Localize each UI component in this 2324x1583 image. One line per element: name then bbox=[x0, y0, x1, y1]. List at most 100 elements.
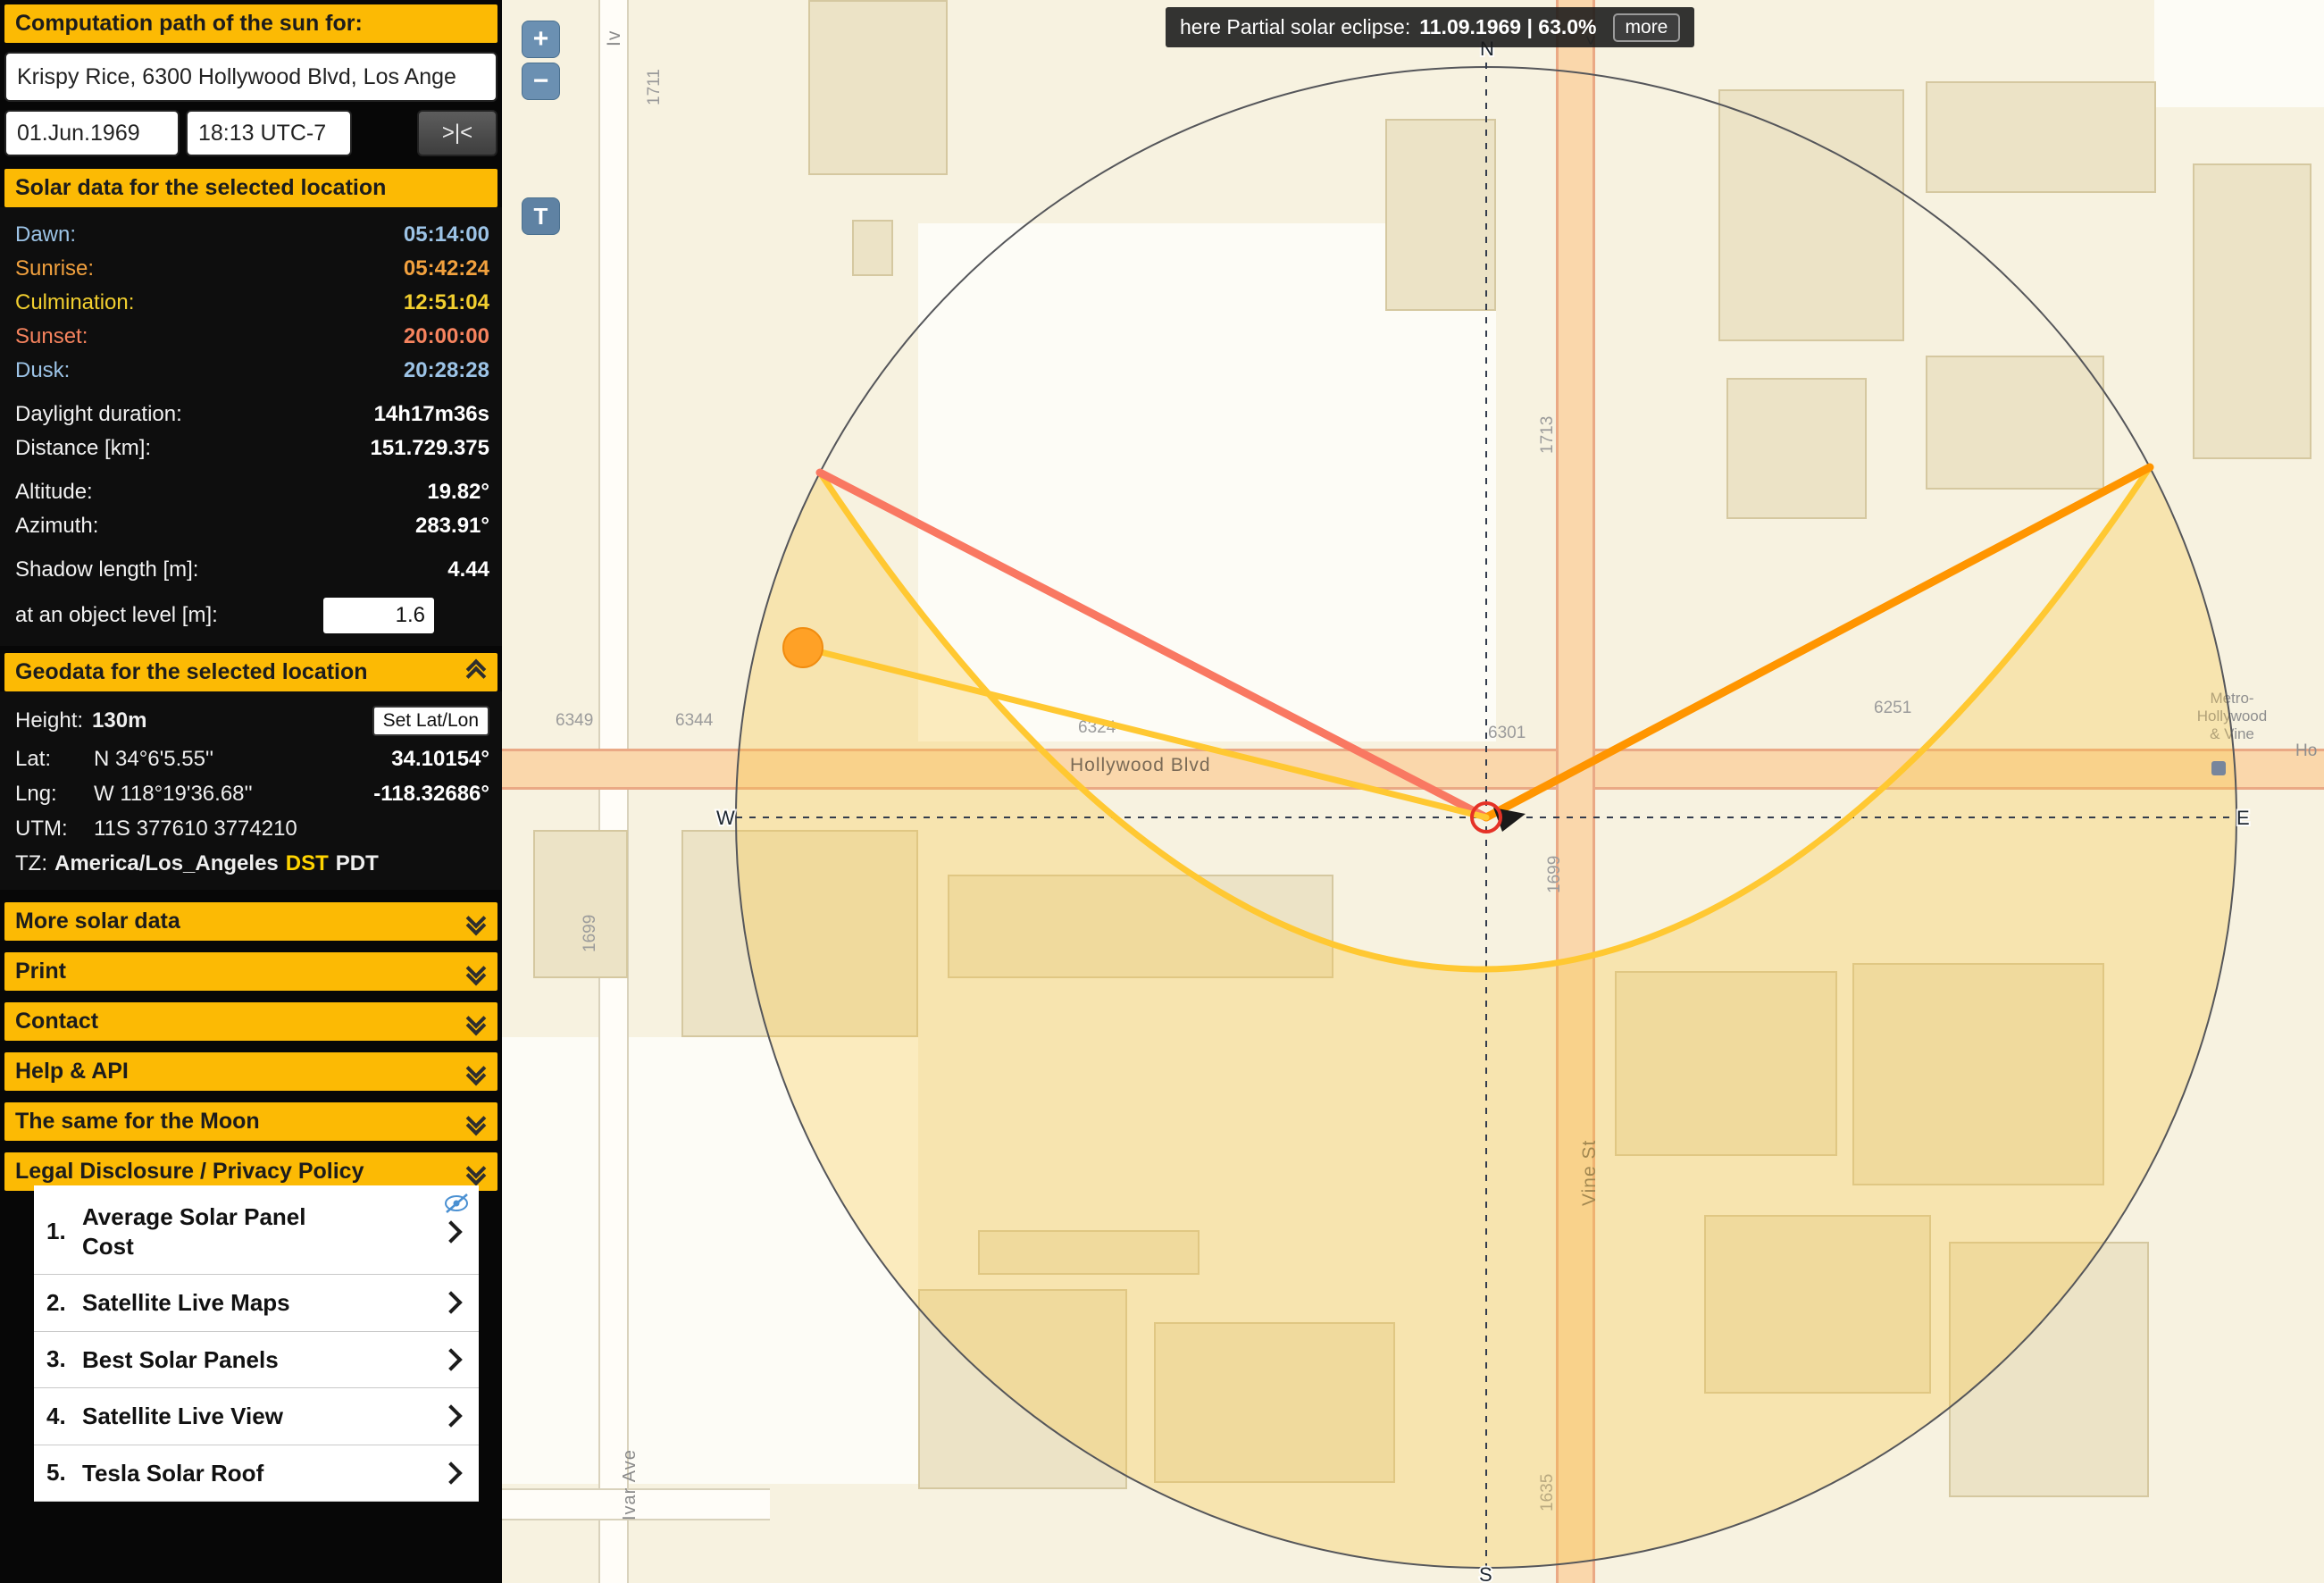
location-search-input[interactable] bbox=[4, 52, 497, 102]
section-help-api[interactable]: Help & API bbox=[4, 1052, 497, 1091]
expand-down-icon bbox=[469, 961, 483, 983]
house-number: 1711 bbox=[645, 69, 665, 105]
solar-row-azimuth: Azimuth: 283.91° bbox=[0, 509, 502, 543]
chevron-right-icon bbox=[439, 1292, 462, 1314]
lat-decimal: 34.10154° bbox=[391, 747, 489, 772]
computation-header-label: Computation path of the sun for: bbox=[15, 11, 363, 37]
solar-row-sunrise: Sunrise: 05:42:24 bbox=[0, 252, 502, 286]
utm-label: UTM: bbox=[15, 817, 94, 842]
page: { "sidebar": { "computation_header": "Co… bbox=[0, 0, 2324, 1583]
solar-row-sunset: Sunset: 20:00:00 bbox=[0, 320, 502, 354]
solar-row-dusk: Dusk: 20:28:28 bbox=[0, 354, 502, 388]
hide-ad-eye-icon[interactable] bbox=[443, 1193, 470, 1219]
solar-row-daylight: Daylight duration: 14h17m36s bbox=[0, 398, 502, 431]
building bbox=[1718, 89, 1904, 341]
eclipse-banner: here Partial solar eclipse: 11.09.1969 |… bbox=[1166, 7, 1694, 47]
building bbox=[852, 220, 893, 276]
street-label-vine: Vine St bbox=[1579, 1140, 1601, 1206]
ad-link-1[interactable]: 1. Average Solar Panel Cost bbox=[34, 1189, 479, 1275]
collapse-up-icon[interactable] bbox=[469, 662, 483, 683]
lat-dms: N 34°6'5.55'' bbox=[94, 747, 213, 772]
solar-row-altitude: Altitude: 19.82° bbox=[0, 475, 502, 509]
road-vine-st bbox=[1556, 0, 1595, 1583]
section-moon[interactable]: The same for the Moon bbox=[4, 1102, 497, 1141]
compass-west: W bbox=[716, 807, 735, 829]
date-input[interactable] bbox=[4, 110, 180, 156]
building bbox=[1926, 81, 2156, 193]
solar-data-header[interactable]: Solar data for the selected location bbox=[4, 169, 497, 207]
house-number: 1699 bbox=[581, 915, 600, 952]
building bbox=[1726, 378, 1867, 519]
geodata-row-utm: UTM: 11S 377610 3774210 bbox=[0, 811, 502, 846]
compass-east: E bbox=[2236, 807, 2250, 829]
house-number: 6344 bbox=[675, 711, 713, 731]
location-marker[interactable] bbox=[1472, 803, 1501, 832]
eclipse-more-button[interactable]: more bbox=[1613, 13, 1681, 42]
road-hollywood-blvd bbox=[502, 749, 2324, 790]
eclipse-banner-value: 11.09.1969 | 63.0% bbox=[1419, 15, 1596, 39]
street-label-ivar-short: Iv bbox=[604, 30, 625, 46]
object-level-input[interactable] bbox=[323, 598, 434, 633]
building bbox=[2193, 163, 2311, 459]
building bbox=[533, 830, 628, 978]
building bbox=[1154, 1322, 1395, 1483]
ad-link-4[interactable]: 4. Satellite Live View bbox=[34, 1388, 479, 1445]
geodata-row-lat: Lat: N 34°6'5.55'' 34.10154° bbox=[0, 741, 502, 776]
building bbox=[918, 1289, 1127, 1489]
utm-value: 11S 377610 3774210 bbox=[94, 817, 297, 842]
expand-down-icon bbox=[469, 1161, 483, 1183]
building bbox=[1926, 356, 2104, 490]
set-latlon-button[interactable]: Set Lat/Lon bbox=[372, 706, 489, 736]
height-label: Height: bbox=[15, 708, 83, 733]
expand-down-icon bbox=[469, 1011, 483, 1033]
compass-south: S bbox=[1479, 1563, 1492, 1583]
eclipse-banner-text: here Partial solar eclipse: bbox=[1180, 15, 1410, 39]
building bbox=[1852, 963, 2104, 1185]
chevron-right-icon bbox=[439, 1405, 462, 1428]
tz-abbr: PDT bbox=[336, 851, 379, 876]
map-open-area bbox=[502, 1037, 918, 1484]
geodata-row-height: Height: 130m Set Lat/Lon bbox=[0, 700, 502, 741]
section-contact[interactable]: Contact bbox=[4, 1002, 497, 1041]
solar-row-distance: Distance [km]: 151.729.375 bbox=[0, 431, 502, 465]
computation-header: Computation path of the sun for: bbox=[4, 4, 497, 43]
building bbox=[681, 830, 918, 1037]
map[interactable]: 6349 6344 6324 6301 6251 1711 1713 1699 … bbox=[502, 0, 2324, 1583]
house-number: 1699 bbox=[1545, 856, 1565, 893]
poi-metro-hollywood-vine: Metro- Hollywood & Vine bbox=[2174, 690, 2290, 743]
section-more-solar-data[interactable]: More solar data bbox=[4, 902, 497, 941]
geodata-panel: Height: 130m Set Lat/Lon Lat: N 34°6'5.5… bbox=[0, 691, 502, 890]
street-label-partial: Ho bbox=[2295, 741, 2317, 761]
sun-position-marker[interactable] bbox=[783, 628, 823, 667]
now-button[interactable]: >|< bbox=[417, 110, 497, 156]
lng-decimal: -118.32686° bbox=[373, 782, 489, 807]
shadow-marker bbox=[1493, 808, 1526, 832]
building bbox=[808, 0, 948, 175]
ad-link-2[interactable]: 2. Satellite Live Maps bbox=[34, 1275, 479, 1332]
house-number: 6349 bbox=[556, 711, 593, 731]
solar-row-shadow-length: Shadow length [m]: 4.44 bbox=[0, 553, 502, 587]
geodata-header[interactable]: Geodata for the selected location bbox=[4, 653, 497, 691]
time-input[interactable] bbox=[186, 110, 352, 156]
section-print[interactable]: Print bbox=[4, 952, 497, 991]
building bbox=[1615, 971, 1837, 1156]
geodata-header-label: Geodata for the selected location bbox=[15, 659, 368, 685]
terrain-layer-button[interactable]: T bbox=[522, 197, 560, 235]
zoom-in-button[interactable]: + bbox=[522, 21, 560, 58]
geodata-row-lng: Lng: W 118°19'36.68'' -118.32686° bbox=[0, 776, 502, 811]
solar-data-header-label: Solar data for the selected location bbox=[15, 175, 386, 201]
ad-link-3[interactable]: 3. Best Solar Panels bbox=[34, 1332, 479, 1389]
tz-label: TZ: bbox=[15, 851, 47, 876]
expand-down-icon bbox=[469, 911, 483, 933]
height-value: 130m bbox=[92, 708, 146, 733]
ad-link-5[interactable]: 5. Tesla Solar Roof bbox=[34, 1445, 479, 1503]
solar-data-panel: Dawn: 05:14:00 Sunrise: 05:42:24 Culmina… bbox=[0, 207, 502, 646]
chevron-right-icon bbox=[439, 1220, 462, 1243]
expand-down-icon bbox=[469, 1061, 483, 1083]
zoom-out-button[interactable]: − bbox=[522, 63, 560, 100]
street-label-hollywood: Hollywood Blvd bbox=[1070, 755, 1211, 776]
house-number: 1635 bbox=[1538, 1474, 1558, 1512]
house-number: 6324 bbox=[1078, 718, 1116, 738]
date-time-row: >|< bbox=[4, 110, 497, 156]
tz-dst-badge: DST bbox=[286, 851, 329, 876]
